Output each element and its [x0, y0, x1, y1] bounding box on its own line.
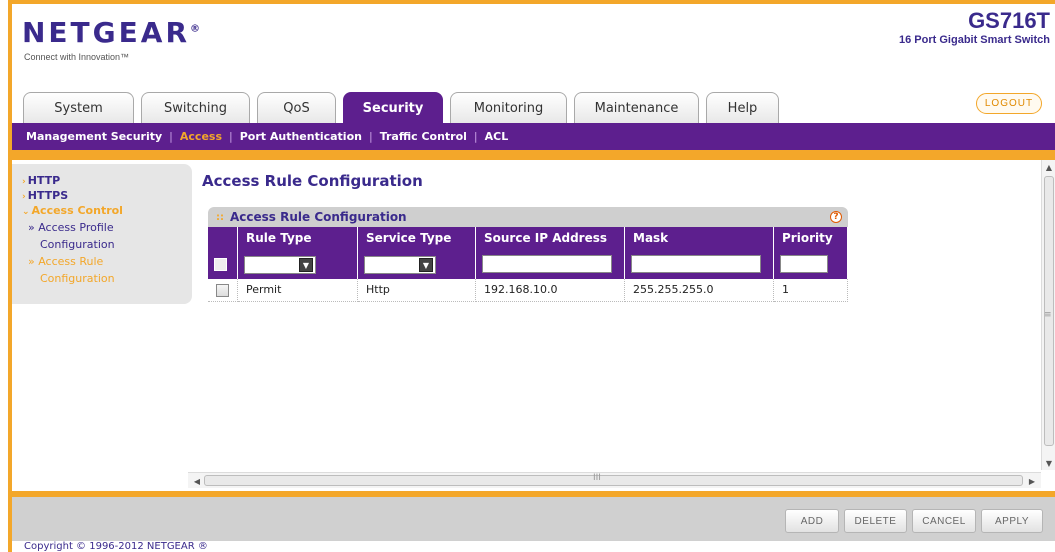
cancel-button[interactable]: CANCEL: [912, 509, 976, 533]
tab-switching[interactable]: Switching: [141, 92, 250, 123]
tab-system[interactable]: System: [23, 92, 134, 123]
tab-qos[interactable]: QoS: [257, 92, 336, 123]
panel-title: Access Rule Configuration: [230, 210, 407, 224]
menu-item-access-profile-cont[interactable]: Configuration: [22, 236, 192, 253]
priority-input[interactable]: [780, 255, 828, 273]
horizontal-scrollbar[interactable]: ◀ III ▶: [188, 472, 1041, 488]
cell-service-type: Http: [357, 279, 476, 302]
dropdown-arrow-icon: ▼: [419, 258, 433, 272]
main-tabs: System Switching QoS Security Monitoring…: [23, 92, 779, 123]
chevron-down-icon: ⌄: [22, 207, 30, 217]
subnav-port-authentication[interactable]: Port Authentication: [240, 130, 362, 143]
menu-item-access-control[interactable]: ⌄ Access Control: [22, 204, 192, 219]
divider: [12, 150, 1055, 160]
dropdown-arrow-icon: ▼: [299, 258, 313, 272]
table-row[interactable]: Permit Http 192.168.10.0 255.255.255.0 1: [208, 279, 848, 302]
apply-button[interactable]: APPLY: [981, 509, 1043, 533]
column-service-type: Service Type: [357, 227, 476, 249]
security-subnav: Management Security | Access | Port Auth…: [12, 123, 1055, 150]
source-ip-input[interactable]: [482, 255, 612, 273]
add-button[interactable]: ADD: [785, 509, 839, 533]
subnav-separator: |: [229, 130, 233, 143]
cell-priority: 1: [773, 279, 848, 302]
subnav-separator: |: [368, 130, 373, 143]
input-cell: [208, 249, 238, 279]
page-container: NETGEAR® Connect with Innovation™ GS716T…: [12, 4, 1055, 552]
scroll-thumb[interactable]: [204, 475, 1023, 486]
table-header-row: Rule Type Service Type Source IP Address…: [208, 227, 848, 249]
cell-source-ip: 192.168.10.0: [475, 279, 625, 302]
chevron-right-icon: ›: [22, 192, 26, 202]
chevron-right-icon: ›: [22, 177, 26, 187]
grip-icon: ≡: [1044, 310, 1052, 320]
select-all-checkbox[interactable]: [214, 258, 227, 271]
copyright-text: Copyright © 1996-2012 NETGEAR ®: [24, 541, 208, 552]
select-all-column: [208, 227, 238, 249]
row-checkbox[interactable]: [216, 283, 229, 297]
menu-item-http[interactable]: › HTTP: [22, 174, 192, 189]
mask-input[interactable]: [631, 255, 761, 273]
vertical-scrollbar[interactable]: ▲ ≡ ▼: [1041, 160, 1055, 470]
input-cell: [624, 249, 774, 279]
left-menu: › HTTP › HTTPS ⌄ Access Control » Access Pr…: [12, 164, 192, 304]
access-rule-table: Rule Type Service Type Source IP Address…: [208, 227, 848, 302]
column-rule-type: Rule Type: [237, 227, 358, 249]
cell-mask: 255.255.255.0: [624, 279, 774, 302]
subnav-acl[interactable]: ACL: [485, 130, 509, 143]
tab-monitoring[interactable]: Monitoring: [450, 92, 567, 123]
scroll-right-icon[interactable]: ▶: [1025, 473, 1039, 489]
input-cell: [773, 249, 848, 279]
row-checkbox-cell: [208, 279, 238, 302]
column-source-ip: Source IP Address: [475, 227, 625, 249]
model-name: GS716T: [968, 8, 1050, 33]
column-priority: Priority: [773, 227, 848, 249]
logout-button[interactable]: LOGOUT: [976, 93, 1042, 114]
scroll-left-icon[interactable]: ◀: [190, 473, 204, 489]
page-title: Access Rule Configuration: [202, 172, 423, 190]
cell-rule-type: Permit: [237, 279, 358, 302]
service-type-select[interactable]: ▼: [364, 256, 436, 274]
column-mask: Mask: [624, 227, 774, 249]
model-description: 16 Port Gigabit Smart Switch: [899, 34, 1050, 46]
tab-security[interactable]: Security: [343, 92, 443, 123]
subnav-management-security[interactable]: Management Security: [26, 130, 162, 143]
input-cell: ▼: [357, 249, 476, 279]
input-cell: ▼: [237, 249, 358, 279]
tab-help[interactable]: Help: [706, 92, 779, 123]
subnav-traffic-control[interactable]: Traffic Control: [380, 130, 467, 143]
menu-item-access-profile[interactable]: » Access Profile: [22, 219, 192, 236]
grip-icon: III: [593, 473, 601, 483]
tab-maintenance[interactable]: Maintenance: [574, 92, 699, 123]
table-input-row: ▼ ▼: [208, 249, 848, 279]
menu-item-https[interactable]: › HTTPS: [22, 189, 192, 204]
input-cell: [475, 249, 625, 279]
subnav-access[interactable]: Access: [180, 130, 222, 143]
brand-tagline: Connect with Innovation™: [24, 52, 130, 62]
help-icon[interactable]: ?: [830, 211, 842, 223]
subnav-separator: |: [473, 130, 478, 143]
button-bar: ADD DELETE CANCEL APPLY: [12, 491, 1055, 541]
outer-frame: NETGEAR® Connect with Innovation™ GS716T…: [8, 0, 1055, 552]
rule-type-select[interactable]: ▼: [244, 256, 316, 274]
scroll-up-icon[interactable]: ▲: [1042, 160, 1055, 174]
scroll-down-icon[interactable]: ▼: [1042, 456, 1055, 470]
menu-item-access-rule-cont[interactable]: Configuration: [22, 270, 192, 287]
action-buttons: ADD DELETE CANCEL APPLY: [785, 509, 1043, 533]
delete-button[interactable]: DELETE: [844, 509, 907, 533]
panel-header: :: Access Rule Configuration ?: [208, 207, 848, 227]
grip-icon: ::: [216, 211, 224, 223]
netgear-logo: NETGEAR®: [22, 16, 200, 49]
menu-item-access-rule[interactable]: » Access Rule: [22, 253, 192, 270]
subnav-separator: |: [169, 130, 173, 143]
